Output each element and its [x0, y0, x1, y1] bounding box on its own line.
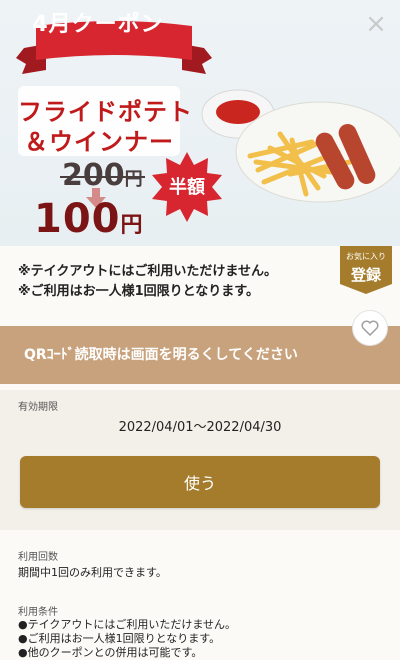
usage-conditions-label: 利用条件	[18, 607, 58, 618]
usage-condition-item: ●テイクアウトにはご利用いただけません。	[18, 618, 237, 631]
close-icon[interactable]: ×	[362, 10, 390, 38]
usage-count-text: 期間中1回のみ利用できます。	[18, 566, 167, 579]
validity-label: 有効期限	[18, 402, 58, 413]
favorite-tag-small-label: お気に入り	[346, 252, 386, 261]
favorite-register-label: 登録	[350, 266, 381, 284]
note-line: ※テイクアウトにはご利用いただけません。	[18, 264, 277, 279]
coupon-month-label: 4月クーポン	[32, 12, 164, 37]
qr-instruction-text: QRｺｰﾄﾞ読取時は画面を明るくしてください	[24, 347, 298, 363]
note-line: ※ご利用はお一人様1回限りとなります。	[18, 284, 259, 299]
usage-condition-item: ●ご利用はお一人様1回限りとなります。	[18, 632, 221, 645]
discounted-price: 100円	[34, 196, 144, 242]
product-name-box: フライドポテト ＆ウインナー	[18, 86, 192, 156]
fries-and-sausage-photo	[201, 89, 400, 203]
validity-dates: 2022/04/01～2022/04/30	[118, 420, 282, 435]
usage-count-label: 利用回数	[18, 552, 58, 563]
favorite-heart-button[interactable]	[352, 310, 388, 346]
price-strikethrough	[60, 176, 145, 178]
coupon-hero: 4月クーポン フライドポテト ＆ウインナー 200円 100円 半額 ×	[0, 0, 400, 246]
coupon-notes: ※テイクアウトにはご利用いただけません。 ※ご利用はお一人様1回限りとなります。	[18, 262, 318, 302]
use-coupon-button[interactable]: 使う	[20, 456, 380, 508]
usage-condition-item: ●他のクーポンとの併用は可能です。	[18, 646, 203, 659]
heart-icon	[361, 320, 379, 336]
